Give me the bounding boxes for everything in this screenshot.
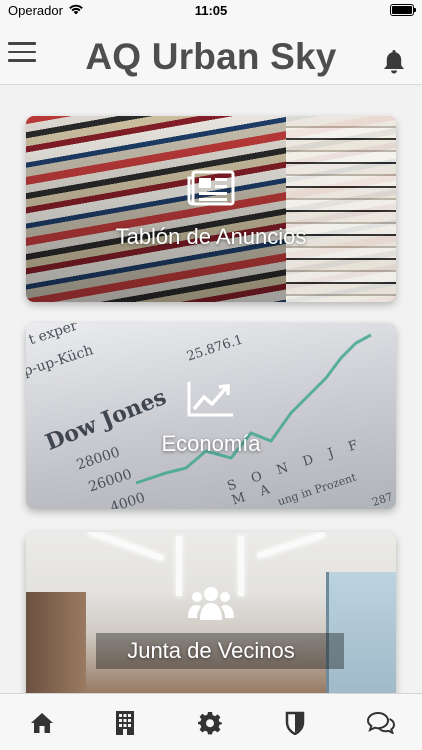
- card-label: Junta de Vecinos: [127, 638, 295, 663]
- card-tablon-anuncios[interactable]: Tablón de Anuncios: [26, 116, 396, 302]
- status-time: 11:05: [194, 3, 228, 18]
- status-bar: Operador 11:05: [0, 0, 422, 22]
- trending-up-icon: [26, 379, 396, 424]
- app-title: AQ Urban Sky: [85, 36, 337, 77]
- chat-bubbles-icon[interactable]: [366, 710, 396, 736]
- content-area: Tablón de Anuncios t exper p-up-Küch 25.…: [0, 86, 422, 693]
- bell-icon[interactable]: [382, 48, 408, 76]
- home-icon[interactable]: [29, 710, 55, 736]
- card-label: Economía: [161, 431, 261, 456]
- card-junta-vecinos[interactable]: Junta de Vecinos: [26, 532, 396, 693]
- hamburger-menu-icon[interactable]: [8, 42, 36, 64]
- users-group-icon: [26, 584, 396, 629]
- status-right: [390, 4, 416, 16]
- newspaper-icon: [26, 170, 396, 211]
- building-icon[interactable]: [112, 710, 138, 736]
- card-label: Tablón de Anuncios: [115, 224, 307, 249]
- tab-bar: [0, 693, 422, 750]
- settings-gear-icon[interactable]: [197, 710, 223, 736]
- app-screen: Operador 11:05 AQ Urban Sky Tablón de An…: [0, 0, 422, 750]
- shield-icon[interactable]: [282, 710, 308, 736]
- card-economia[interactable]: t exper p-up-Küch 25.876.1 Dow Jones 280…: [26, 323, 396, 509]
- app-header: AQ Urban Sky: [0, 22, 422, 85]
- battery-icon: [390, 4, 416, 16]
